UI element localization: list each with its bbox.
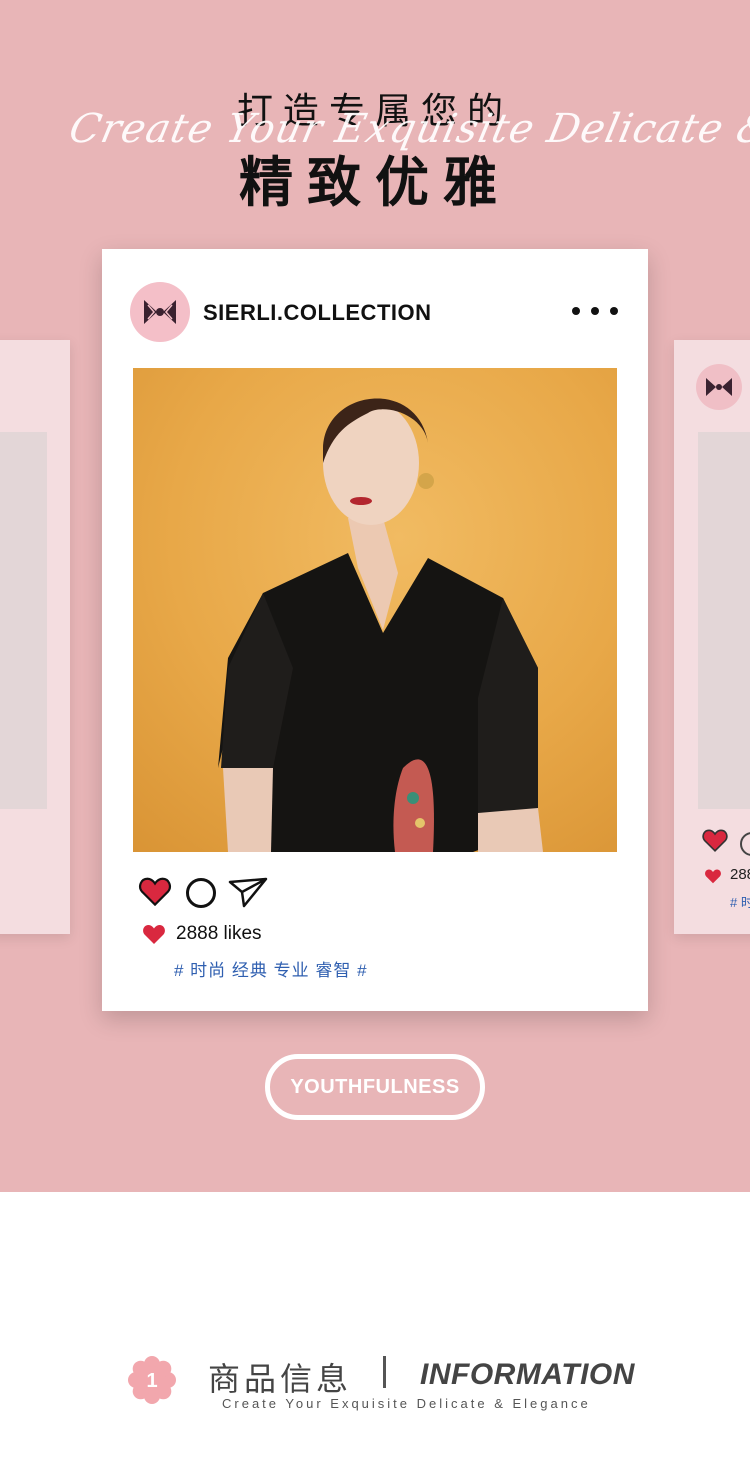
youthfulness-badge[interactable]: YOUTHFULNESS	[265, 1054, 485, 1120]
logo-icon	[696, 364, 742, 410]
title-divider	[383, 1356, 386, 1388]
info-number: 1	[146, 1370, 157, 1392]
more-icon[interactable]	[572, 299, 618, 323]
side-hashtags[interactable]: # 时	[730, 892, 750, 911]
send-icon[interactable]	[228, 876, 268, 908]
info-section: 1 商品信息 INFORMATION Create Your Exquisite…	[0, 1340, 750, 1430]
side-post-card-right[interactable]: 288 # 时	[674, 340, 750, 934]
heart-icon	[705, 869, 721, 884]
side-post-photo	[698, 432, 750, 809]
logo-icon[interactable]	[130, 282, 190, 342]
heart-icon[interactable]	[138, 876, 172, 906]
info-subtitle: Create Your Exquisite Delicate & Eleganc…	[222, 1396, 591, 1411]
info-title-cn: 商品信息	[208, 1360, 353, 1398]
flower-icon: 1	[128, 1356, 176, 1404]
hero-title-big: 精致优雅	[239, 151, 511, 214]
post-photo	[133, 368, 617, 852]
post-card: SIERLI.COLLECTION 2888 likes # 时尚 经典 专业 …	[102, 249, 648, 1011]
info-title-en: INFORMATION	[420, 1358, 635, 1391]
post-username[interactable]: SIERLI.COLLECTION	[203, 300, 432, 326]
hero-section: 打造专属您的 Create Your Exquisite Delicate & …	[0, 0, 750, 1192]
heart-icon	[143, 925, 165, 944]
side-post-photo	[0, 432, 47, 809]
post-hashtags[interactable]: # 时尚 经典 专业 睿智 #	[174, 956, 368, 981]
likes-count[interactable]: 2888 likes	[176, 923, 262, 945]
comment-icon[interactable]	[186, 878, 216, 908]
heart-icon[interactable]	[702, 828, 728, 852]
side-likes-count: 288	[730, 866, 750, 883]
post-actions	[138, 874, 278, 910]
comment-icon[interactable]	[740, 832, 750, 856]
side-post-card-left[interactable]	[0, 340, 70, 934]
